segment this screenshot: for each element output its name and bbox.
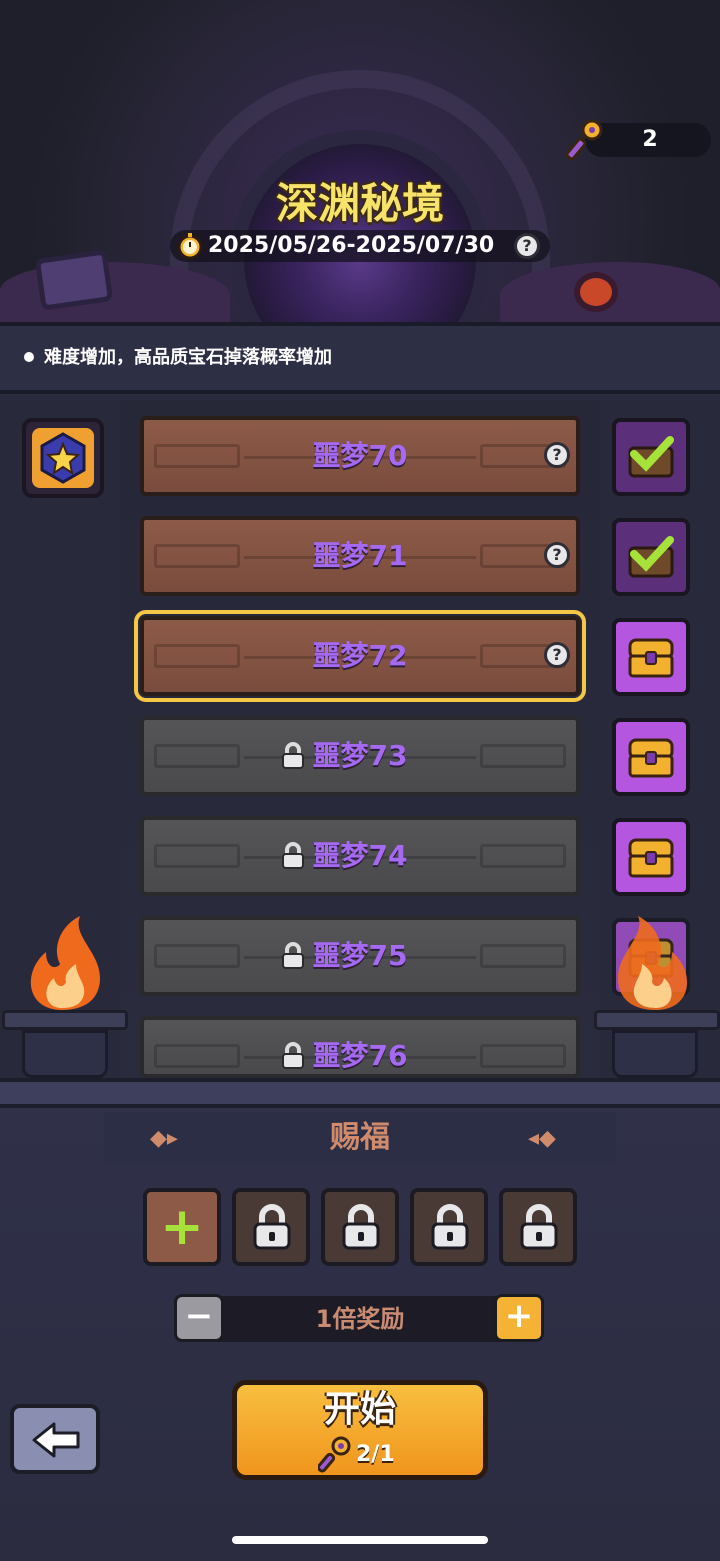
start-cost-text: 2/1: [356, 1442, 395, 1467]
blessing-slot-locked[interactable]: [410, 1188, 488, 1266]
key-count-value: 2: [642, 127, 658, 152]
current-level-marker: [22, 418, 104, 498]
lock-icon: [431, 1204, 469, 1250]
lock-icon: [282, 742, 304, 769]
blessing-title: 赐福: [330, 1120, 390, 1155]
blessing-slot-locked[interactable]: [321, 1188, 399, 1266]
level-info-button[interactable]: ?: [544, 642, 570, 668]
torch-flame-icon: [30, 916, 100, 1010]
reward-multiplier-text: 1倍奖励: [315, 1305, 405, 1333]
level-label: 噩梦73: [312, 739, 408, 772]
top-banner: [0, 0, 720, 322]
bullet-icon: [24, 352, 34, 362]
level-row-76[interactable]: 噩梦76: [140, 1016, 580, 1078]
level-row-75[interactable]: 噩梦75: [140, 916, 580, 996]
reward-chest-70-claimed[interactable]: [612, 418, 690, 496]
chest-check-icon: [628, 436, 674, 478]
blessing-slot-locked[interactable]: [499, 1188, 577, 1266]
chest-check-icon: [628, 536, 674, 578]
lock-icon: [282, 942, 304, 969]
torch-flame-icon: [618, 916, 688, 1010]
level-row-73[interactable]: 噩梦73: [140, 716, 580, 796]
level-row-74[interactable]: 噩梦74: [140, 816, 580, 896]
plus-icon: +: [160, 1197, 204, 1257]
stone-ledge: [0, 1078, 720, 1108]
lock-icon: [282, 1042, 304, 1069]
reward-chest-71-claimed[interactable]: [612, 518, 690, 596]
level-label: 噩梦70: [312, 439, 408, 472]
stopwatch-icon: [177, 233, 203, 260]
reward-chest-73[interactable]: [612, 718, 690, 796]
lock-icon: [520, 1204, 558, 1250]
blessing-slot-locked[interactable]: [232, 1188, 310, 1266]
level-row-71[interactable]: 噩梦71 ?: [140, 516, 580, 596]
lock-icon: [253, 1204, 291, 1250]
key-icon: [318, 1436, 351, 1473]
treasure-chest-icon: [628, 738, 674, 778]
arrow-left-icon: [32, 1422, 80, 1458]
level-info-button[interactable]: ?: [544, 542, 570, 568]
torch-base-left: [2, 1010, 128, 1030]
start-button-label: 开始: [323, 1389, 396, 1430]
abyss-mode-screen: 2 深渊秘境 2025/05/26-2025/07/30 ? 难度增加，高品质宝…: [0, 0, 720, 1561]
treasure-box-decoration: [34, 249, 114, 311]
event-date-range: 2025/05/26-2025/07/30: [208, 233, 495, 258]
level-row-70[interactable]: 噩梦70 ?: [140, 416, 580, 496]
blessing-slot-add[interactable]: +: [143, 1188, 221, 1266]
increase-multiplier-button[interactable]: +: [494, 1294, 544, 1342]
back-button[interactable]: [10, 1404, 100, 1474]
torch-bowl-left: [22, 1030, 108, 1078]
decrease-multiplier-button[interactable]: −: [174, 1294, 224, 1342]
treasure-chest-icon: [628, 838, 674, 878]
torch-bowl-right: [612, 1030, 698, 1078]
level-info-button[interactable]: ?: [544, 442, 570, 468]
treasure-chest-icon: [628, 638, 674, 678]
lock-icon: [342, 1204, 380, 1250]
level-label: 噩梦72: [312, 639, 408, 672]
star-badge-icon: [40, 432, 86, 484]
lock-icon: [282, 842, 304, 869]
monster-eye-decoration: [574, 272, 618, 312]
level-label: 噩梦71: [312, 539, 408, 572]
reward-chest-74[interactable]: [612, 818, 690, 896]
event-info-button[interactable]: ?: [514, 233, 540, 259]
level-row-72-selected[interactable]: 噩梦72 ?: [134, 610, 586, 702]
level-label: 噩梦74: [312, 839, 408, 872]
home-indicator: [232, 1536, 488, 1544]
level-label: 噩梦75: [312, 939, 408, 972]
torch-base-right: [594, 1010, 720, 1030]
notice-text: 难度增加，高品质宝石掉落概率增加: [44, 347, 332, 368]
page-title: 深渊秘境: [275, 179, 444, 228]
reward-chest-72[interactable]: [612, 618, 690, 696]
